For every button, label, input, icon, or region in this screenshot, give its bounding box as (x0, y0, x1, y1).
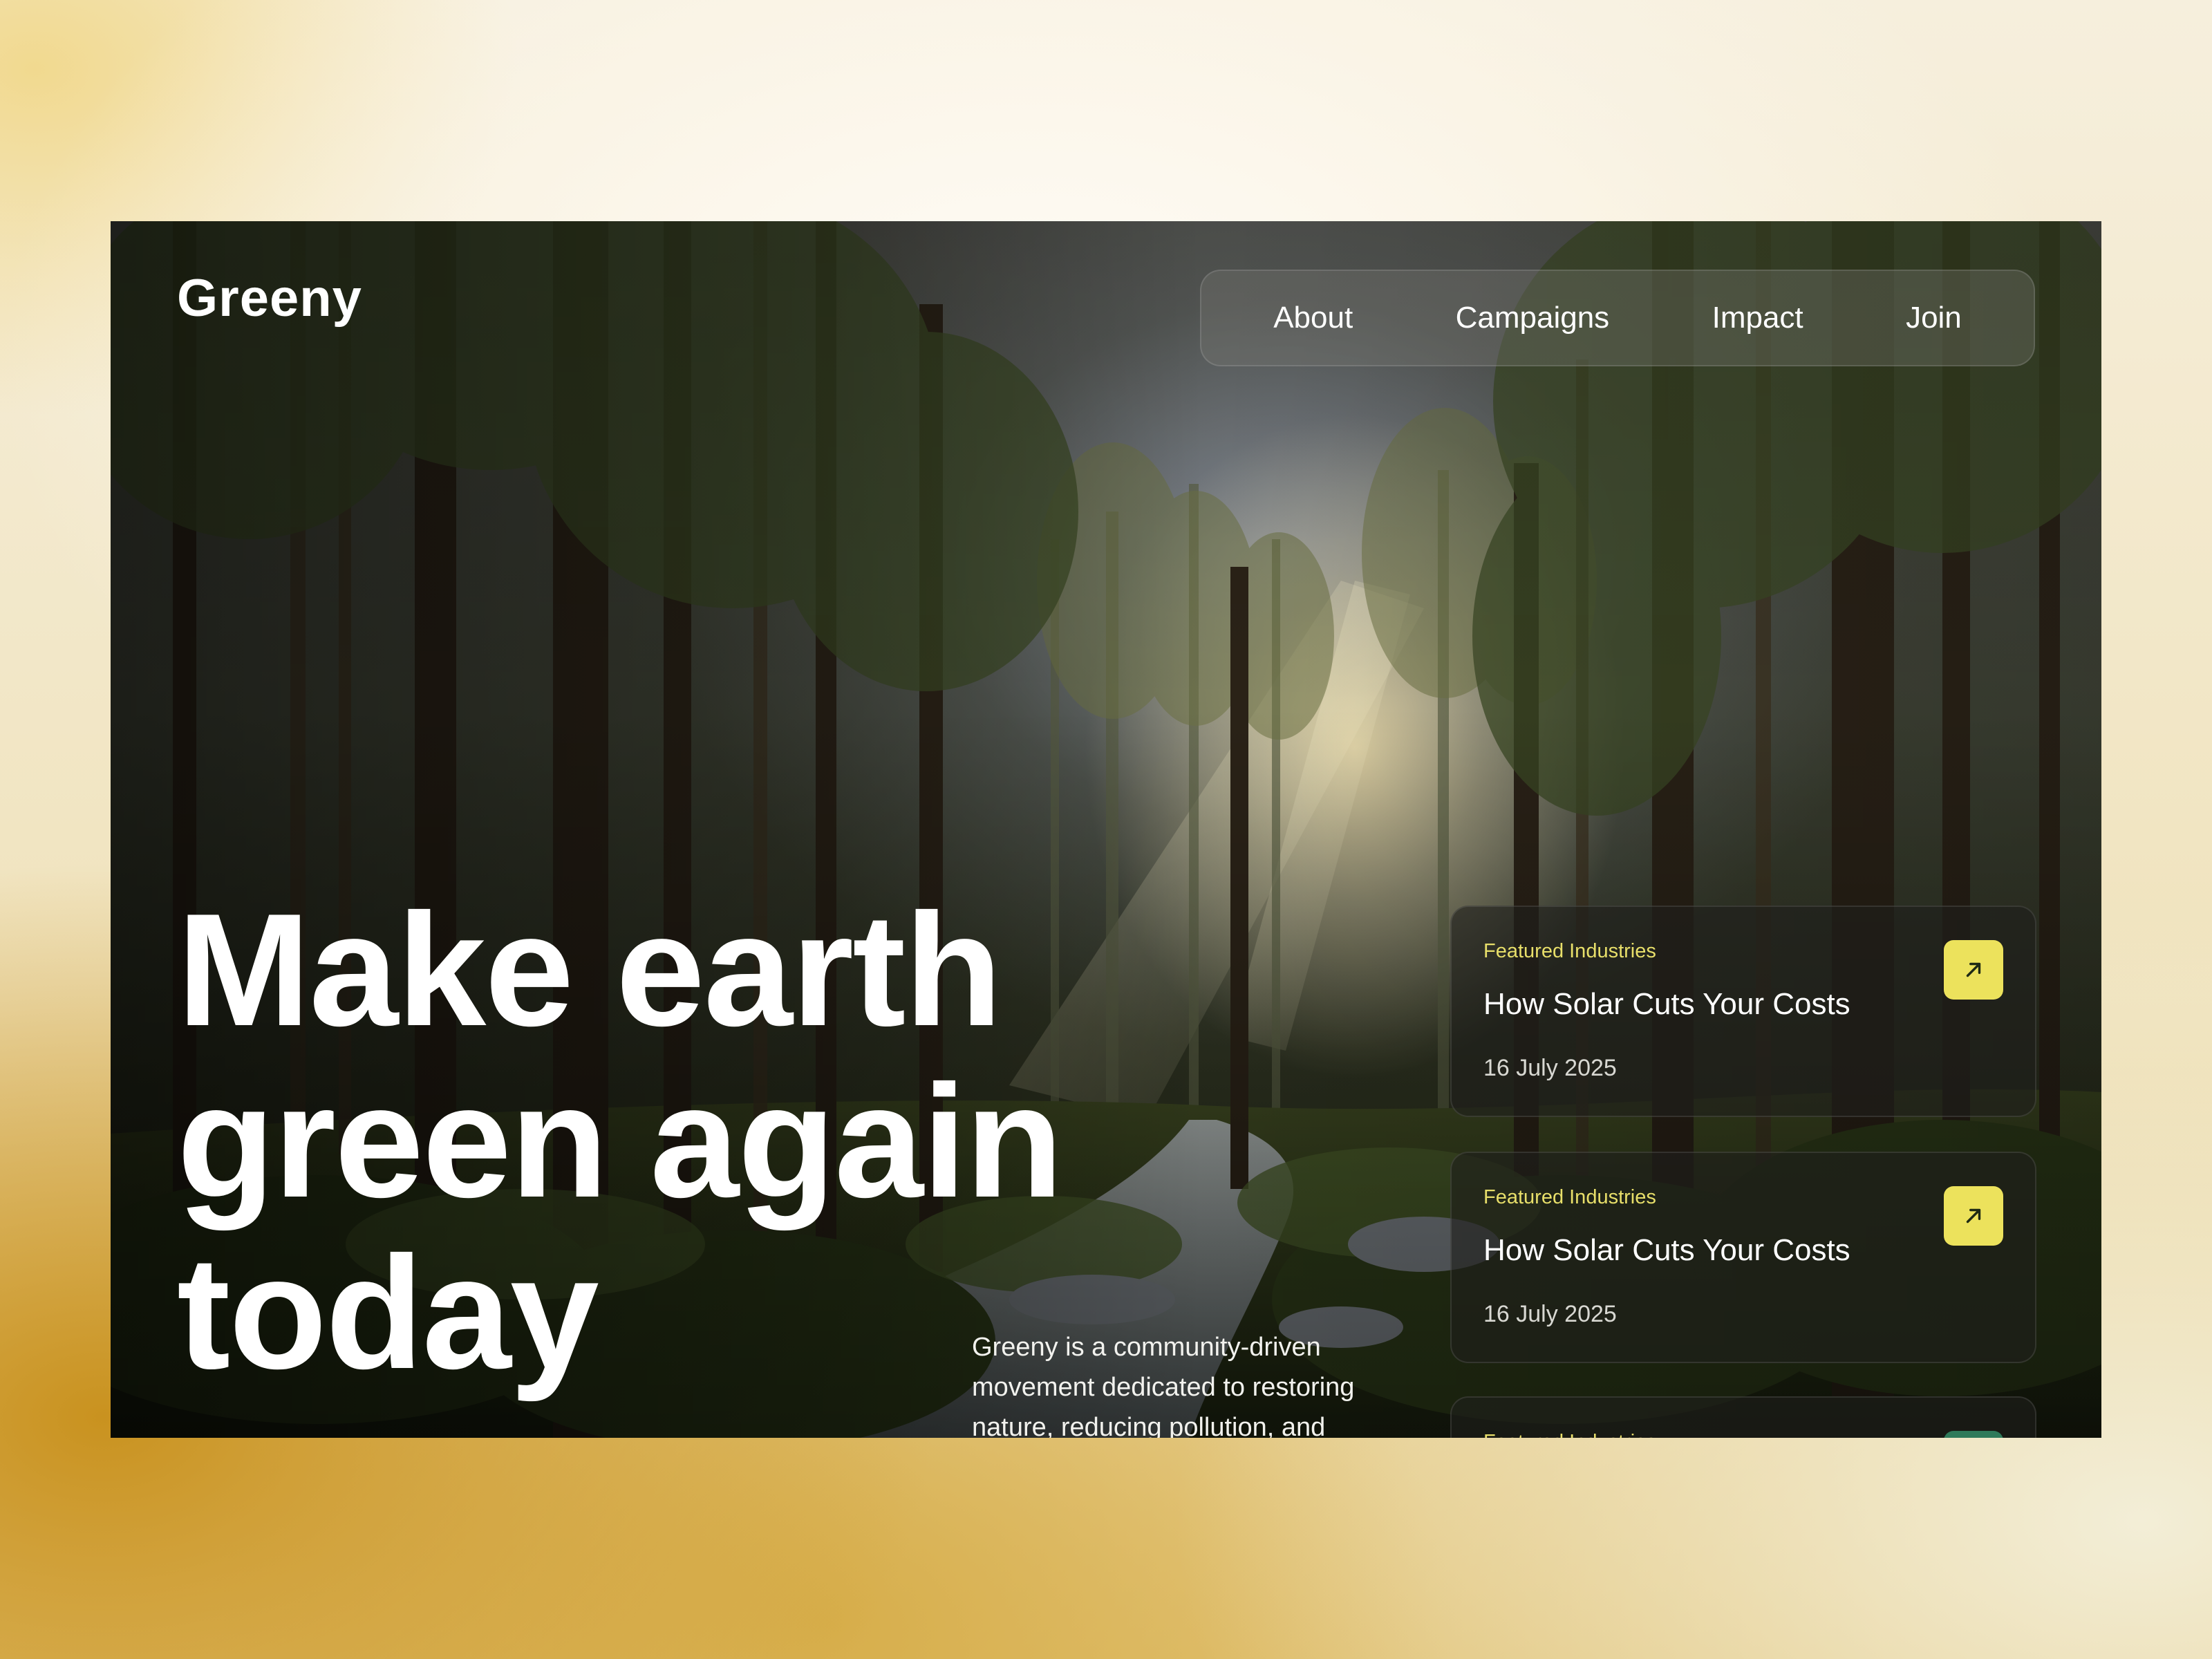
arrow-up-right-icon (1966, 1208, 1981, 1224)
hero-title-line-1: Make earth (177, 881, 1002, 1060)
arrow-up-right-icon (1966, 962, 1981, 977)
open-article-button[interactable] (1944, 940, 2003, 1000)
card-date: 16 July 2025 (1483, 1301, 1617, 1327)
nav-campaigns[interactable]: Campaigns (1456, 301, 1610, 335)
hero-title-line-2: green again (177, 1052, 1063, 1231)
card-title[interactable]: How Solar Cuts Your Costs (1483, 1233, 1850, 1268)
main-nav: About Campaigns Impact Join (1200, 270, 2035, 366)
article-card[interactable]: Featured Industries (1450, 1396, 2036, 1438)
nav-join[interactable]: Join (1906, 301, 1962, 335)
nav-impact[interactable]: Impact (1712, 301, 1803, 335)
hero-frame: Greeny About Campaigns Impact Join Make … (111, 221, 2101, 1438)
brand-logo[interactable]: Greeny (177, 268, 362, 328)
open-article-button[interactable] (1944, 1431, 2003, 1438)
card-tag: Featured Industries (1483, 1186, 1656, 1208)
article-card[interactable]: Featured Industries How Solar Cuts Your … (1450, 1152, 2036, 1363)
open-article-button[interactable] (1944, 1186, 2003, 1246)
hero-title: Make earth green again today (177, 885, 1076, 1399)
hero-description: Greeny is a community-driven movement de… (972, 1333, 1355, 1438)
article-card[interactable]: Featured Industries How Solar Cuts Your … (1450, 906, 2036, 1117)
nav-about[interactable]: About (1273, 301, 1353, 335)
card-tag: Featured Industries (1483, 940, 1656, 962)
card-tag: Featured Industries (1483, 1431, 1656, 1438)
hero-title-line-3: today (177, 1224, 599, 1403)
card-title[interactable]: How Solar Cuts Your Costs (1483, 987, 1850, 1022)
card-date: 16 July 2025 (1483, 1055, 1617, 1081)
